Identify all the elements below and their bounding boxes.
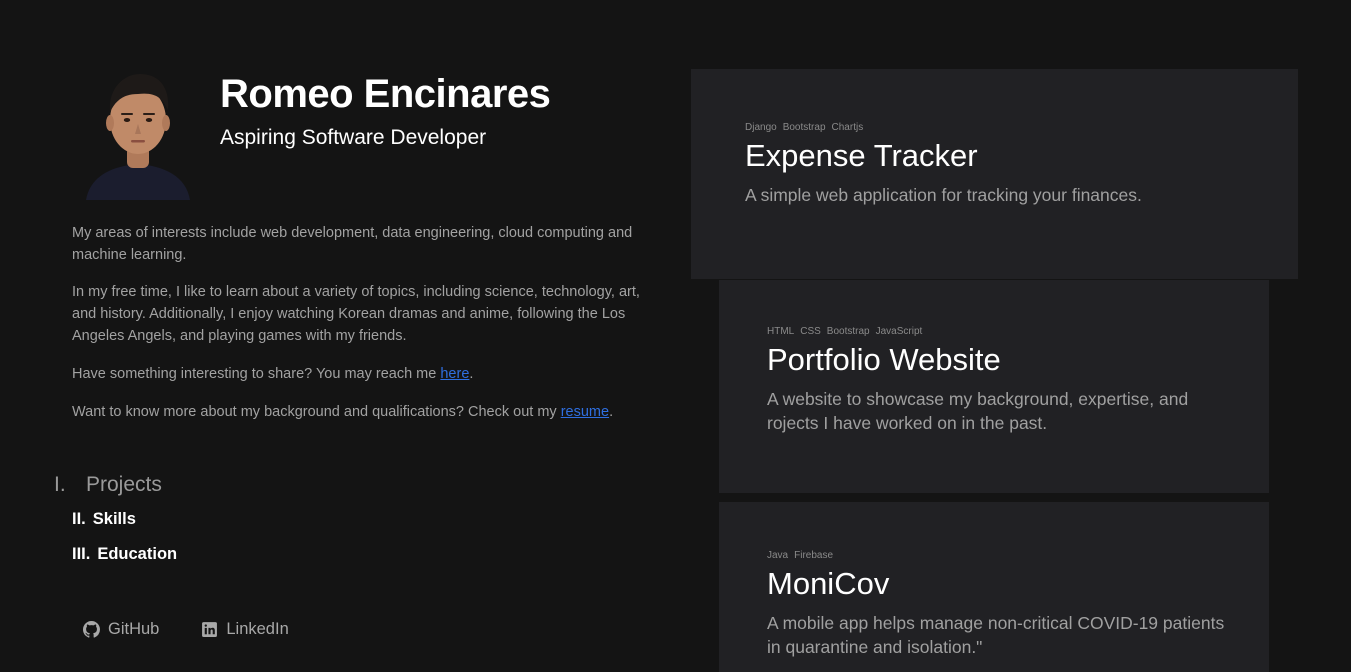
project-tags: HTML CSS Bootstrap JavaScript (767, 326, 1227, 338)
about-contact: Have something interesting to share? You… (72, 363, 652, 385)
linkedin-link[interactable]: LinkedIn (201, 620, 289, 639)
project-card-expense-tracker[interactable]: Django Bootstrap Chartjs Expense Tracker… (691, 69, 1298, 279)
nav-label: Education (97, 545, 178, 563)
project-tag: HTML (767, 326, 795, 337)
project-card-monicov[interactable]: Java Firebase MoniCov A mobile app helps… (719, 502, 1269, 672)
project-description: A mobile app helps manage non-critical C… (767, 613, 1225, 657)
nav-item-skills[interactable]: II. Skills (72, 509, 177, 529)
nav-label: Skills (92, 510, 136, 528)
linkedin-label: LinkedIn (226, 620, 289, 638)
contact-link[interactable]: here (440, 366, 469, 382)
about-free-time: In my free time, I like to learn about a… (72, 284, 640, 344)
portrait-photo (72, 68, 204, 200)
profile-subtitle: Aspiring Software Developer (220, 126, 487, 149)
nav-number: II. (72, 510, 86, 528)
resume-text: Want to know more about my background an… (72, 404, 561, 420)
linkedin-icon (202, 622, 218, 637)
project-description: A simple web application for tracking yo… (745, 185, 1142, 205)
nav-number: I. (54, 473, 66, 496)
contact-end: . (469, 366, 474, 382)
github-link[interactable]: GitHub (83, 620, 159, 639)
nav-label: Projects (86, 473, 162, 496)
nav-number: III. (72, 545, 91, 563)
github-icon (83, 621, 100, 638)
resume-link[interactable]: resume (561, 404, 609, 420)
nav-item-education[interactable]: III. Education (72, 544, 177, 564)
contact-text: Have something interesting to share? You… (72, 366, 441, 382)
project-card-portfolio-website[interactable]: HTML CSS Bootstrap JavaScript Portfolio … (719, 280, 1269, 493)
about-interests: My areas of interests include web develo… (72, 225, 633, 263)
about-resume: Want to know more about my background an… (72, 401, 652, 423)
project-title: Expense Tracker (745, 138, 978, 173)
project-tag: Django (745, 122, 777, 133)
nav-item-projects[interactable]: I. Projects (54, 472, 177, 498)
profile-name: Romeo Encinares (220, 72, 551, 116)
about-section: My areas of interests include web develo… (72, 222, 652, 423)
github-label: GitHub (108, 620, 160, 638)
project-tag: JavaScript (875, 326, 923, 337)
project-tag: CSS (800, 326, 821, 337)
section-nav: I. Projects II. Skills III. Education (54, 472, 177, 564)
social-links: GitHub LinkedIn (83, 620, 289, 639)
project-title: Portfolio Website (767, 342, 1001, 377)
project-tag: Bootstrap (782, 122, 826, 133)
project-description: A website to showcase my background, exp… (767, 389, 1189, 433)
project-tag: Firebase (794, 550, 834, 561)
project-title: MoniCov (767, 566, 890, 601)
resume-end: . (609, 404, 614, 420)
project-tag: Java (767, 550, 789, 561)
project-tag: Chartjs (831, 122, 864, 133)
profile-avatar (72, 68, 204, 200)
project-tags: Django Bootstrap Chartjs (745, 122, 1265, 134)
project-tags: Java Firebase (767, 550, 1227, 562)
project-tag: Bootstrap (826, 326, 870, 337)
